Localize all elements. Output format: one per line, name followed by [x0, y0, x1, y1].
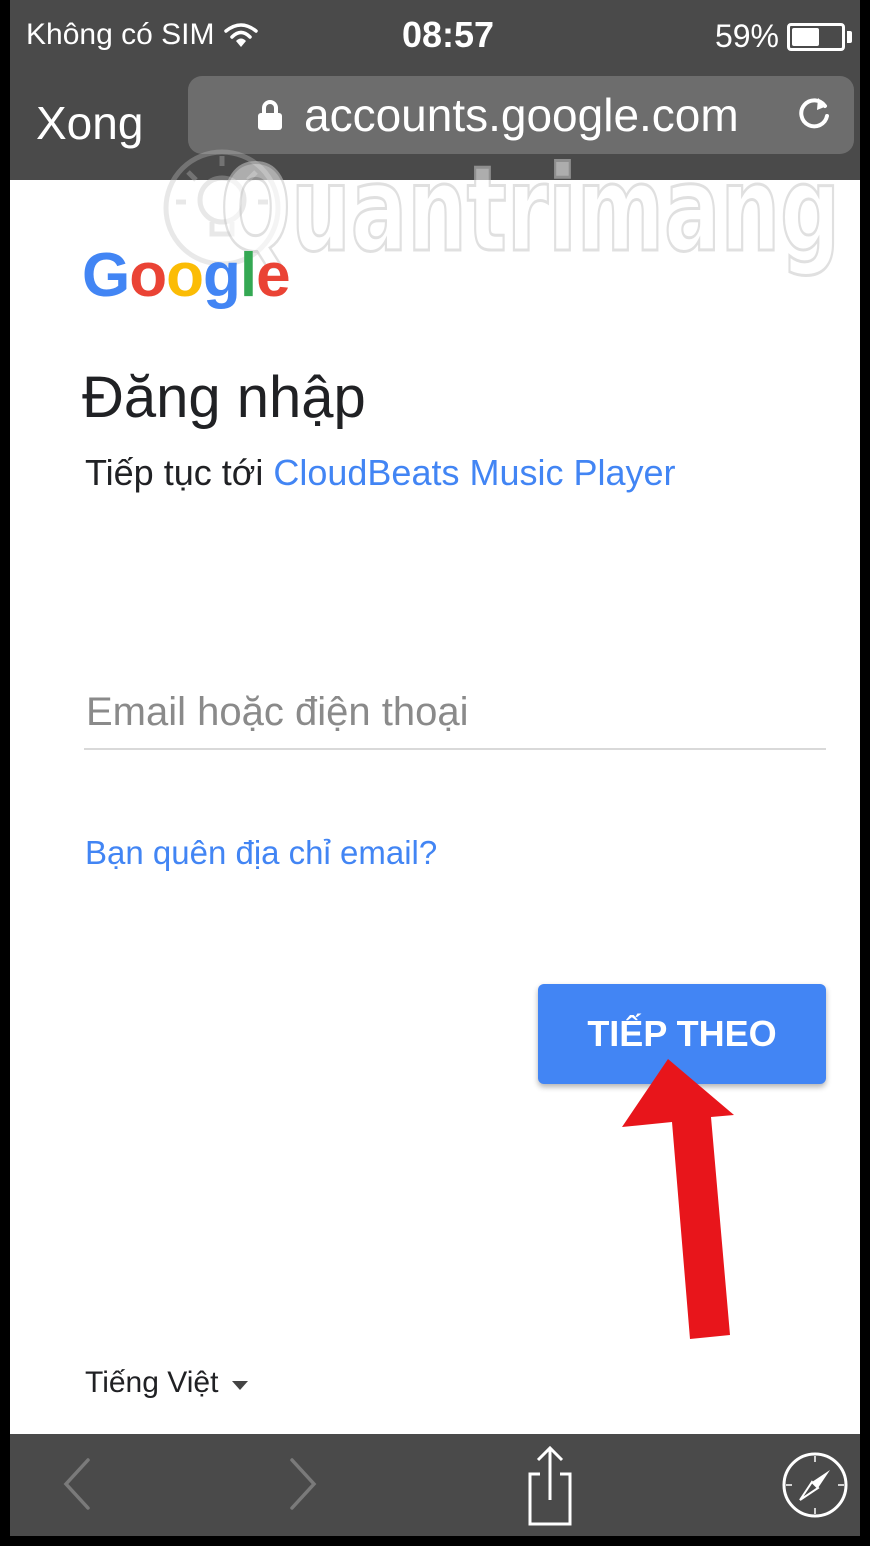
- page-title: Đăng nhập: [82, 365, 366, 430]
- logo-letter: o: [166, 241, 204, 310]
- reload-icon[interactable]: [792, 92, 836, 136]
- browser-toolbar: [10, 1434, 860, 1536]
- done-button[interactable]: Xong: [36, 96, 143, 150]
- lock-icon: [258, 100, 282, 130]
- phone-frame: Không có SIM 08:57 59% Xong accounts.goo…: [0, 0, 870, 1546]
- browser-address-bar: Xong accounts.google.com: [10, 70, 860, 180]
- subtitle: Tiếp tục tới CloudBeats Music Player: [85, 452, 676, 494]
- share-icon[interactable]: [520, 1444, 580, 1528]
- logo-letter: g: [202, 241, 241, 310]
- battery-percent: 59%: [714, 18, 779, 54]
- logo-letter: e: [256, 241, 290, 310]
- app-name-link[interactable]: CloudBeats Music Player: [273, 452, 675, 493]
- battery-tip: [847, 30, 852, 43]
- carrier-label: Không có SIM: [26, 18, 215, 51]
- clock: 08:57: [402, 14, 495, 55]
- red-arrow-annotation: [622, 1059, 734, 1339]
- language-selector[interactable]: Tiếng Việt: [85, 1366, 249, 1400]
- logo-letter: G: [82, 241, 130, 310]
- battery-indicator: 59%: [715, 18, 852, 55]
- email-field[interactable]: [84, 676, 826, 750]
- subtitle-prefix: Tiếp tục tới: [85, 452, 264, 493]
- forward-arrow-icon[interactable]: [282, 1452, 322, 1516]
- back-arrow-icon[interactable]: [58, 1452, 98, 1516]
- status-bar: Không có SIM 08:57 59%: [10, 0, 860, 70]
- wifi-icon: [224, 23, 259, 47]
- url-field[interactable]: accounts.google.com: [188, 76, 854, 154]
- google-logo: Google: [82, 240, 291, 311]
- logo-letter: o: [129, 241, 167, 310]
- battery-fill: [792, 27, 819, 46]
- language-label: Tiếng Việt: [85, 1366, 219, 1399]
- carrier-area: Không có SIM: [26, 18, 259, 52]
- dropdown-arrow-icon: [232, 1380, 249, 1390]
- url-text: accounts.google.com: [304, 89, 739, 141]
- logo-letter: l: [239, 241, 257, 310]
- compass-icon[interactable]: [780, 1450, 850, 1520]
- forgot-email-link[interactable]: Bạn quên địa chỉ email?: [85, 834, 437, 872]
- battery-icon: [787, 22, 845, 51]
